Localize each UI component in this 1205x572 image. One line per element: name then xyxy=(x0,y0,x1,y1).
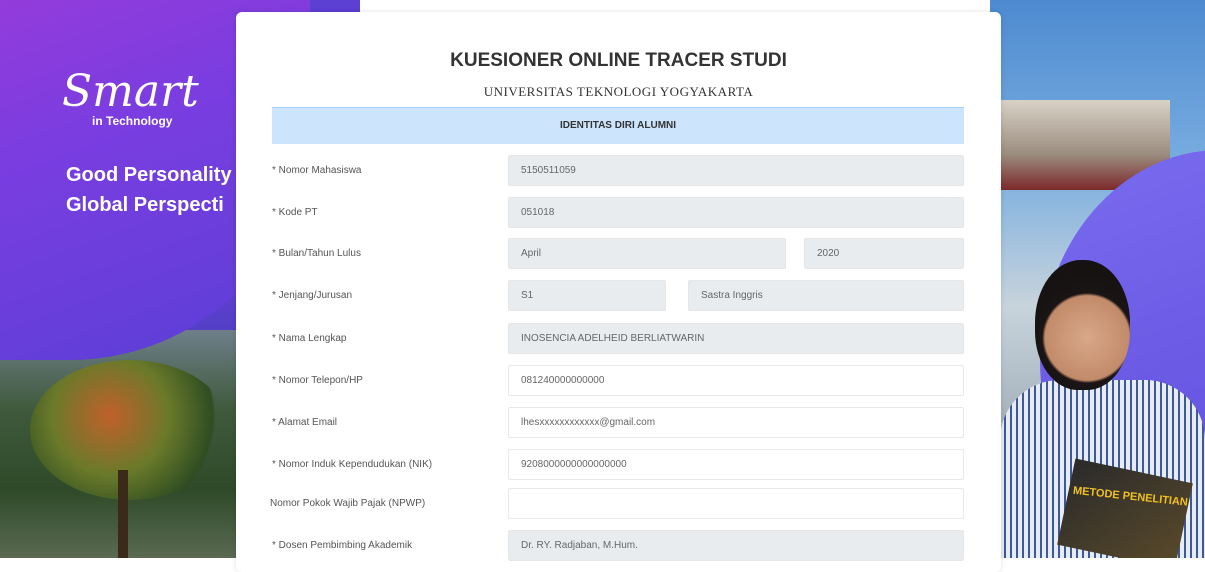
field-row-nama-lengkap: * Nama Lengkap INOSENCIA ADELHEID BERLIA… xyxy=(272,323,964,354)
section-header: IDENTITAS DIRI ALUMNI xyxy=(272,107,964,144)
field-row-dosen-pembimbing: * Dosen Pembimbing Akademik Dr. RY. Radj… xyxy=(272,530,964,561)
field-row-nik: * Nomor Induk Kependudukan (NIK) 9208000… xyxy=(272,449,964,480)
tree-trunk xyxy=(118,470,128,558)
nama-lengkap-label: * Nama Lengkap xyxy=(272,333,347,344)
npwp-label: Nomor Pokok Wajib Pajak (NPWP) xyxy=(270,498,426,509)
field-row-kode-pt: * Kode PT 051018 xyxy=(272,197,964,228)
jenjang-jurusan-label: * Jenjang/Jurusan xyxy=(272,290,353,301)
field-row-jenjang-jurusan: * Jenjang/Jurusan S1 Sastra Inggris xyxy=(272,280,964,311)
dosen-pembimbing-field[interactable]: Dr. RY. Radjaban, M.Hum. xyxy=(508,530,964,561)
field-row-nomor-telepon: * Nomor Telepon/HP 081240000000000 xyxy=(272,365,964,396)
brand-tagline: Good Personality Global Perspecti xyxy=(66,160,232,220)
npwp-input[interactable] xyxy=(508,488,964,519)
jurusan-field[interactable]: Sastra Inggris xyxy=(688,280,964,311)
nomor-mahasiswa-field[interactable]: 5150511059 xyxy=(508,155,964,186)
jenjang-field[interactable]: S1 xyxy=(508,280,666,311)
alamat-email-label: * Alamat Email xyxy=(272,417,338,428)
kode-pt-field[interactable]: 051018 xyxy=(508,197,964,228)
alamat-email-input[interactable]: lhesxxxxxxxxxxxx@gmail.com xyxy=(508,407,964,438)
nik-input[interactable]: 9208000000000000000 xyxy=(508,449,964,480)
field-row-nomor-mahasiswa: * Nomor Mahasiswa 5150511059 xyxy=(272,155,964,186)
nomor-telepon-input[interactable]: 081240000000000 xyxy=(508,365,964,396)
tahun-lulus-field[interactable]: 2020 xyxy=(804,238,964,269)
field-row-npwp: Nomor Pokok Wajib Pajak (NPWP) xyxy=(270,488,964,519)
nik-label: * Nomor Induk Kependudukan (NIK) xyxy=(272,459,433,470)
field-row-alamat-email: * Alamat Email lhesxxxxxxxxxxxx@gmail.co… xyxy=(272,407,964,438)
bulan-tahun-lulus-label: * Bulan/Tahun Lulus xyxy=(272,248,361,259)
brand-script-text: Smart xyxy=(62,66,199,117)
brand-logo: Smart in Technology xyxy=(62,66,199,129)
student-photo-head xyxy=(1035,260,1130,390)
tagline-line-1: Good Personality xyxy=(66,164,232,186)
book-title: METODE PENELITIAN xyxy=(1072,484,1189,509)
field-row-bulan-tahun-lulus: * Bulan/Tahun Lulus April 2020 xyxy=(272,238,964,269)
form-subtitle: UNIVERSITAS TEKNOLOGI YOGYAKARTA xyxy=(483,84,754,99)
nama-lengkap-field[interactable]: INOSENCIA ADELHEID BERLIATWARIN xyxy=(508,323,964,354)
dosen-pembimbing-label: * Dosen Pembimbing Akademik xyxy=(272,540,413,551)
tagline-line-2: Global Perspecti xyxy=(66,194,224,216)
nomor-mahasiswa-label: * Nomor Mahasiswa xyxy=(272,165,362,176)
kode-pt-label: * Kode PT xyxy=(272,207,318,218)
tree-image xyxy=(30,360,230,500)
bulan-lulus-field[interactable]: April xyxy=(508,238,786,269)
form-title: KUESIONER ONLINE TRACER STUDI xyxy=(450,50,787,71)
nomor-telepon-label: * Nomor Telepon/HP xyxy=(272,375,363,386)
questionnaire-card: KUESIONER ONLINE TRACER STUDI UNIVERSITA… xyxy=(236,12,1001,572)
